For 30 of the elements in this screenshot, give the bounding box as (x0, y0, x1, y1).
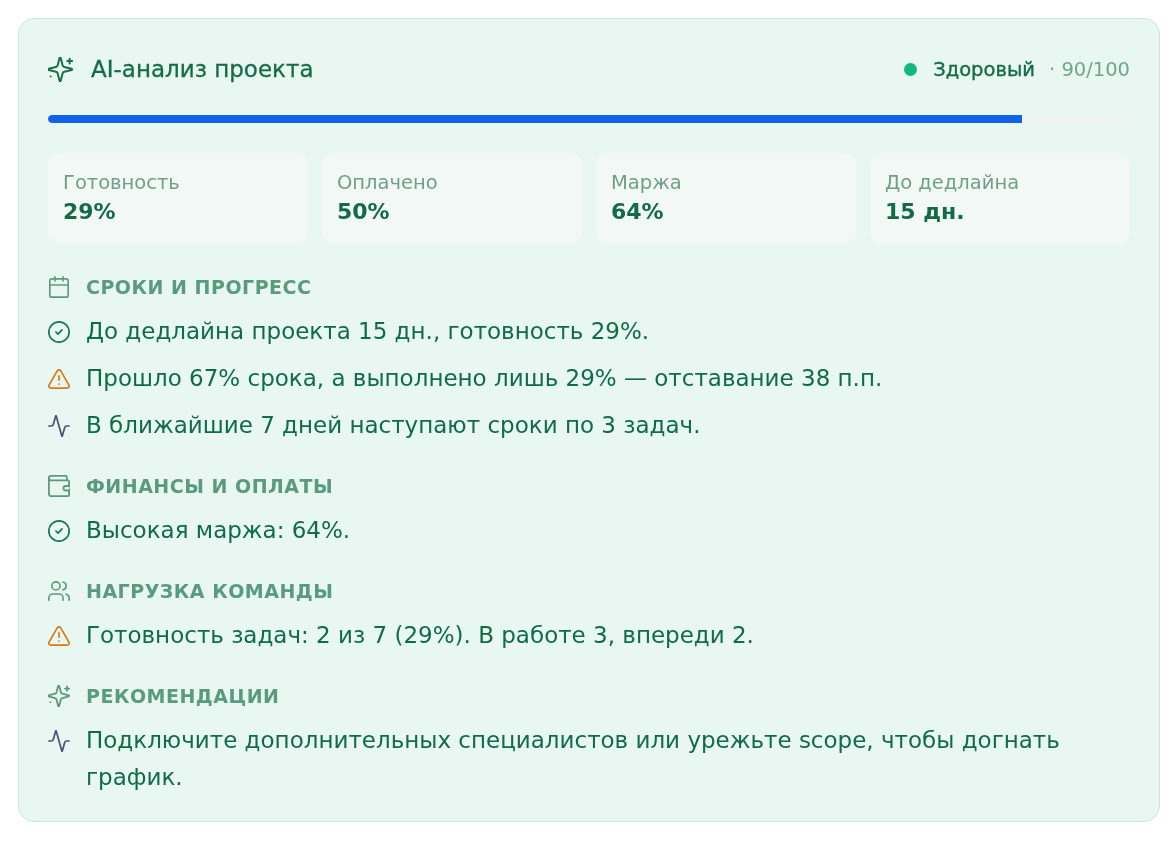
insight-text: Высокая маржа: 64%. (86, 516, 351, 545)
metric-value: 15 дн. (885, 199, 966, 225)
warning-icon (48, 368, 70, 390)
calendar-icon (48, 276, 70, 298)
metric-value: 29% (63, 199, 117, 225)
metric-value: 64% (611, 199, 665, 225)
sparkle-icon (48, 56, 73, 82)
insight-text: До дедлайна проекта 15 дн., готовность 29%. (86, 317, 650, 346)
warning-icon (48, 625, 70, 647)
metric-label: Маржа (611, 171, 683, 195)
insight-text: Подключите дополнительных специалистов или урежьте scope, чтобы догнать график. (86, 726, 1061, 792)
status-label: Здоровый (933, 57, 1035, 81)
people-icon (48, 580, 70, 602)
card-title: AI-анализ проекта (91, 56, 314, 82)
sparkle-icon (48, 685, 70, 707)
metric-label: Оплачено (337, 171, 439, 195)
metric-label: До дедлайна (885, 171, 1021, 195)
insight-text: В ближайшие 7 дней наступают сроки по 3 задач. (86, 411, 701, 440)
wallet-icon (48, 475, 70, 497)
section-heading: НАГРУЗКА КОМАНДЫ (86, 580, 334, 602)
pulse-icon (48, 415, 70, 437)
insight-text: Прошло 67% срока, а выполнено лишь 29% — отставание 38 п.п. (86, 364, 883, 393)
section-heading: ФИНАНСЫ И ОПЛАТЫ (86, 475, 334, 497)
health-score: · 90/100 (1049, 57, 1130, 81)
section-heading: РЕКОМЕНДАЦИИ (86, 685, 280, 707)
insight-text: Готовность задач: 2 из 7 (29%). В работе 3, впереди 2. (86, 621, 754, 650)
section-heading: СРОКИ И ПРОГРЕСС (86, 276, 312, 298)
pulse-icon (48, 730, 70, 752)
metric-label: Готовность (63, 171, 181, 195)
metric-value: 50% (337, 199, 391, 225)
